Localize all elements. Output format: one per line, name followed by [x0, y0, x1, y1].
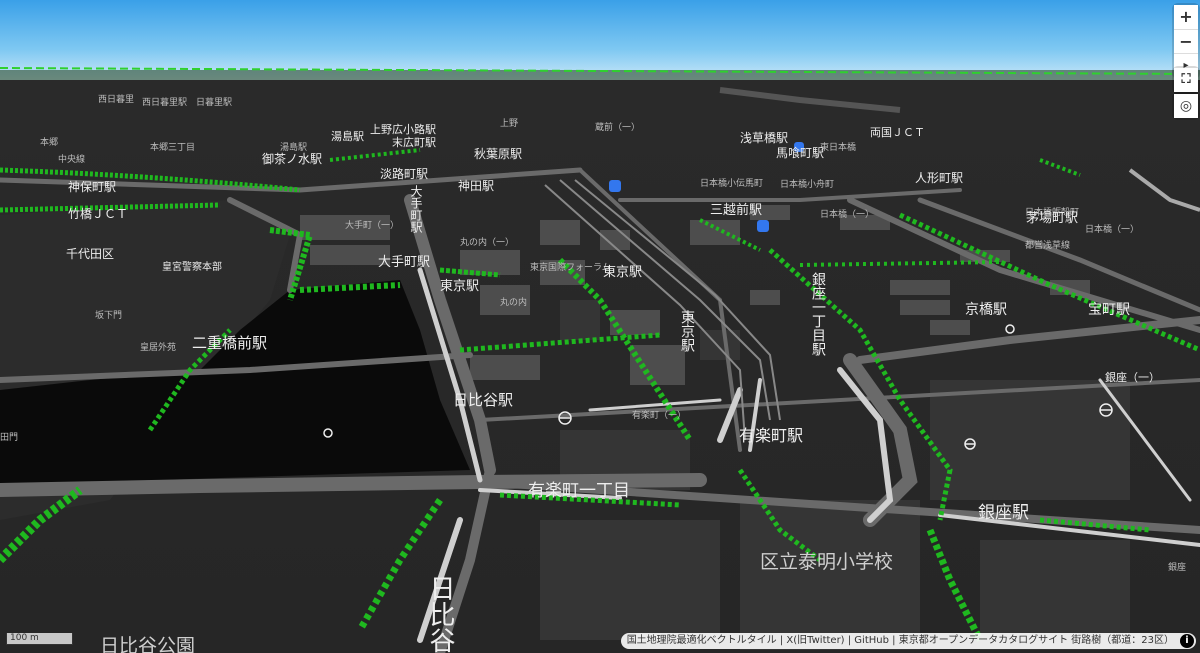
label-jinbocho: 神保町駅 — [68, 180, 116, 194]
svg-text:中央線: 中央線 — [58, 153, 85, 165]
svg-text:東日本橋: 東日本橋 — [820, 141, 856, 153]
svg-text:大手町（一）: 大手町（一） — [345, 219, 399, 231]
label-tokyo-station: 東京駅 — [603, 264, 642, 280]
svg-text:西日暮里: 西日暮里 — [98, 93, 134, 105]
attribution-text[interactable]: 国土地理院最適化ベクトルタイル | X(旧Twitter) | GitHub |… — [627, 635, 1174, 646]
label-hibiya-park: 日比谷公園 — [100, 635, 195, 653]
fullscreen-icon[interactable]: ⛶ — [1174, 68, 1198, 92]
label-ginza-1chome-vertical: 銀座一丁目駅 — [810, 272, 826, 356]
svg-text:日本橋（一）: 日本橋（一） — [1085, 223, 1139, 235]
svg-text:日暮里駅: 日暮里駅 — [196, 96, 232, 108]
svg-text:本郷三丁目: 本郷三丁目 — [150, 141, 195, 153]
label-ochanomizu: 御茶ノ水駅 — [262, 151, 322, 166]
label-nijubashi-station: 二重橋前駅 — [192, 334, 267, 352]
svg-text:東京国際フォーラム: 東京国際フォーラム — [530, 261, 611, 273]
zoom-in-button[interactable]: + — [1174, 5, 1198, 29]
attribution: 国土地理院最適化ベクトルタイル | X(旧Twitter) | GitHub |… — [620, 633, 1196, 649]
label-ginza-station: 銀座駅 — [978, 503, 1029, 523]
label-yushima: 湯島駅 — [331, 129, 364, 143]
zoom-control-group: + − ▸ — [1174, 5, 1198, 77]
label-kayabacho: 茅場町駅 — [1026, 211, 1078, 226]
label-takebashi-jct: 竹橋ＪＣＴ — [68, 207, 128, 221]
label-yurakucho-station: 有楽町駅 — [739, 426, 803, 445]
svg-text:田門: 田門 — [0, 432, 18, 443]
label-kyobashi-station: 京橋駅 — [965, 302, 1007, 318]
zoom-out-button[interactable]: − — [1174, 29, 1198, 53]
label-ueno-hirokoji: 上野広小路駅 — [370, 123, 436, 136]
label-mitsukoshimae: 三越前駅 — [710, 202, 762, 218]
label-yurakucho-1chome: 有楽町一丁目 — [528, 481, 630, 501]
label-kanda: 神田駅 — [458, 179, 494, 193]
label-hibiya-station-vertical: 日比谷駅 — [425, 575, 455, 653]
map-3d-view: 西日暮里 西日暮里駅 日暮里駅 本郷 本郷三丁目 湯島駅 上野 蔵前（一） 東日本橋日… — [0, 67, 1200, 653]
label-awajicho: 淡路町駅 — [380, 166, 428, 181]
svg-text:日本橋小舟町: 日本橋小舟町 — [780, 178, 834, 190]
label-otemachi-vertical: 大手町駅 — [409, 185, 423, 234]
svg-text:西日暮里駅: 西日暮里駅 — [142, 96, 187, 108]
info-icon[interactable]: i — [1180, 634, 1194, 648]
label-bakurocho: 馬喰町駅 — [776, 145, 824, 160]
scale-bar: 100 m — [6, 633, 73, 645]
label-ginza-1: 銀座（一） — [1105, 370, 1160, 384]
label-otemachi-station: 大手町駅 — [378, 255, 430, 270]
svg-text:有楽町（一）: 有楽町（一） — [632, 409, 686, 421]
svg-text:坂下門: 坂下門 — [95, 310, 122, 321]
label-suehirocho: 末広町駅 — [392, 135, 436, 149]
label-asakusabashi: 浅草橋駅 — [740, 131, 788, 145]
fullscreen-control: ⛶ — [1174, 68, 1198, 92]
label-chiyoda-ward: 千代田区 — [66, 247, 114, 261]
svg-text:丸の内（一）: 丸の内（一） — [460, 236, 514, 248]
svg-text:銀座: 銀座 — [1168, 561, 1186, 573]
label-tokyo-station-2: 東京駅 — [440, 278, 479, 294]
svg-text:日本橋（一）: 日本橋（一） — [820, 208, 874, 220]
map-canvas[interactable]: 西日暮里 西日暮里駅 日暮里駅 本郷 本郷三丁目 湯島駅 上野 蔵前（一） 東日本橋日… — [0, 0, 1200, 653]
svg-text:皇居外苑: 皇居外苑 — [140, 341, 176, 353]
label-hibiya-station: 日比谷駅 — [453, 391, 513, 409]
label-akihabara: 秋葉原駅 — [474, 147, 522, 161]
label-kokyo-police: 皇宮警察本部 — [162, 260, 222, 273]
geolocate-icon[interactable]: ◎ — [1174, 94, 1198, 118]
geolocate-control: ◎ — [1174, 94, 1198, 118]
label-ningyocho: 人形町駅 — [915, 171, 963, 185]
svg-text:蔵前（一）: 蔵前（一） — [595, 121, 640, 133]
label-tokyo-station-vertical: 東京駅 — [679, 310, 695, 352]
svg-text:本郷: 本郷 — [40, 136, 58, 148]
label-takaracho-station: 宝町駅 — [1088, 302, 1130, 318]
svg-text:日本橋小伝馬町: 日本橋小伝馬町 — [700, 177, 763, 189]
label-ryogoku-jct: 両国ＪＣＴ — [870, 126, 925, 139]
label-taimei-school: 区立泰明小学校 — [760, 551, 893, 573]
svg-text:上野: 上野 — [500, 118, 518, 129]
svg-text:都営浅草線: 都営浅草線 — [1025, 239, 1070, 251]
svg-text:丸の内: 丸の内 — [500, 296, 527, 308]
